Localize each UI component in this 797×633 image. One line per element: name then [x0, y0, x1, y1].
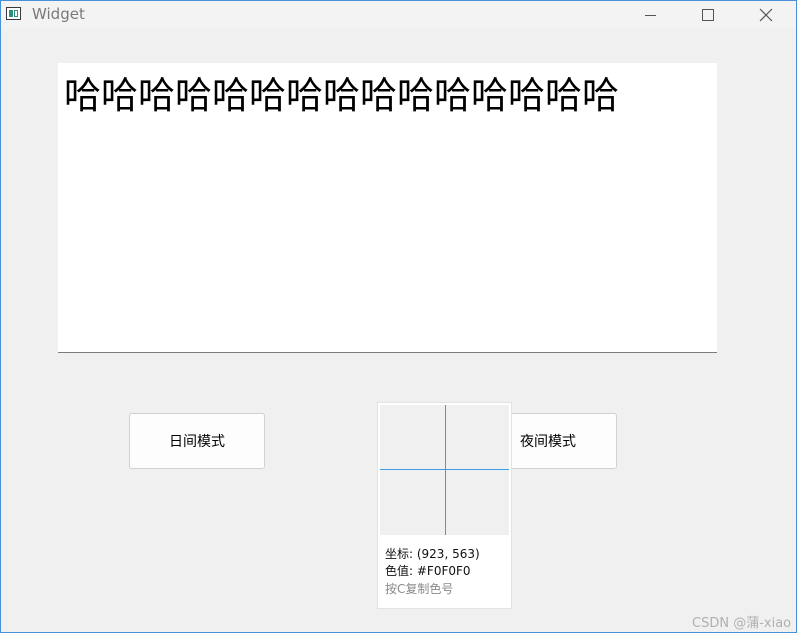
day-mode-button[interactable]: 日间模式: [129, 413, 265, 469]
watermark: CSDN @蒲-xiao: [692, 616, 792, 631]
app-icon: [6, 7, 21, 20]
app-window: Widget 哈哈哈哈哈哈哈哈哈哈哈哈哈哈哈 日间模式 夜间模式 坐标: (92…: [0, 0, 797, 633]
magnifier-view: [380, 405, 509, 535]
close-button[interactable]: [743, 1, 789, 29]
copy-hint: 按C复制色号: [385, 582, 454, 596]
close-icon: [759, 8, 773, 22]
color-picker-popup: 坐标: (923, 563) 色值: #F0F0F0 按C复制色号: [378, 403, 511, 608]
maximize-icon: [702, 9, 714, 21]
text-edit-area[interactable]: 哈哈哈哈哈哈哈哈哈哈哈哈哈哈哈: [58, 63, 717, 353]
minimize-button[interactable]: [627, 1, 673, 29]
minimize-icon: [644, 14, 656, 16]
text-content: 哈哈哈哈哈哈哈哈哈哈哈哈哈哈哈: [64, 74, 619, 117]
crosshair-vertical: [445, 405, 446, 535]
title-bar[interactable]: Widget: [1, 1, 796, 29]
window-title: Widget: [32, 5, 85, 23]
coordinate-readout: 坐标: (923, 563): [385, 547, 480, 561]
crosshair-horizontal: [380, 469, 509, 470]
color-value-readout: 色值: #F0F0F0: [385, 564, 471, 578]
maximize-button[interactable]: [685, 1, 731, 29]
